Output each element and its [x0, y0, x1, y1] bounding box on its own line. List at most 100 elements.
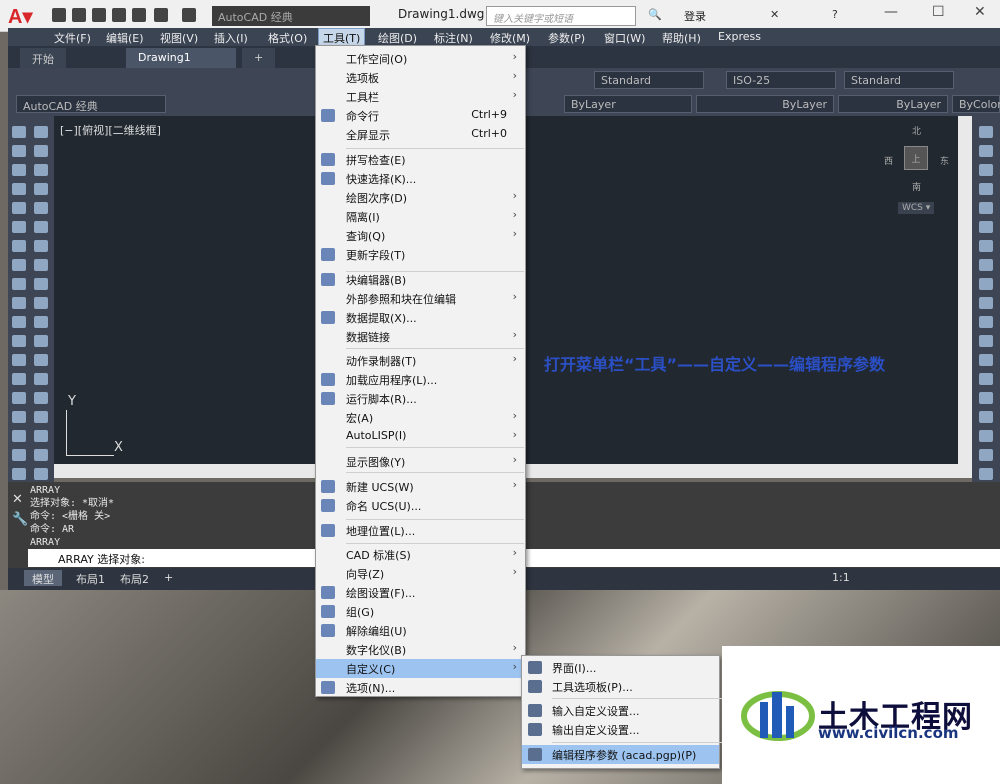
dim-style-select[interactable]: ISO-25 [726, 71, 836, 89]
modify-tool-icon[interactable] [34, 297, 48, 309]
menu-file[interactable]: 文件(F) [54, 30, 91, 46]
right-tool-icon[interactable] [979, 449, 993, 461]
draw-tool-icon[interactable] [12, 411, 26, 423]
tools-menu-item[interactable]: 工作空间(O) › [316, 49, 525, 68]
tools-menu-item[interactable]: 数据提取(X)... [316, 308, 525, 327]
binoculars-icon[interactable]: 🔍 [648, 8, 662, 21]
modify-tool-icon[interactable] [34, 411, 48, 423]
tools-menu-item[interactable]: CAD 标准(S) › [316, 545, 525, 564]
saveas-icon[interactable] [112, 8, 126, 22]
right-tool-icon[interactable] [979, 221, 993, 233]
vertical-scrollbar[interactable] [958, 116, 972, 464]
draw-tool-icon[interactable] [12, 183, 26, 195]
draw-tool-icon[interactable] [12, 240, 26, 252]
customize-submenu-item[interactable]: 界面(I)... [522, 658, 719, 677]
modify-tool-icon[interactable] [34, 354, 48, 366]
menu-help[interactable]: 帮助(H) [662, 30, 701, 46]
tools-menu-item[interactable]: AutoLISP(I) › [316, 427, 525, 446]
save-icon[interactable] [92, 8, 106, 22]
login-link[interactable]: 登录 [684, 8, 706, 24]
tab-drawing1[interactable]: Drawing1 [126, 48, 236, 68]
menu-parametric[interactable]: 参数(P) [548, 30, 585, 46]
tools-menu-item[interactable]: 组(G) [316, 602, 525, 621]
modify-tool-icon[interactable] [34, 240, 48, 252]
draw-tool-icon[interactable] [12, 221, 26, 233]
tools-menu-item[interactable]: 地理位置(L)... [316, 521, 525, 540]
modify-tool-icon[interactable] [34, 202, 48, 214]
menu-edit[interactable]: 编辑(E) [106, 30, 144, 46]
tools-menu-item[interactable]: 数据链接 › [316, 327, 525, 346]
tools-menu-item[interactable]: 宏(A) › [316, 408, 525, 427]
right-tool-icon[interactable] [979, 354, 993, 366]
right-tool-icon[interactable] [979, 164, 993, 176]
linetype-select[interactable]: ByLayer [696, 95, 834, 113]
table-style-select[interactable]: Standard [844, 71, 954, 89]
undo-icon[interactable] [154, 8, 168, 22]
right-tool-icon[interactable] [979, 240, 993, 252]
right-tool-icon[interactable] [979, 126, 993, 138]
viewport-label[interactable]: [−][俯视][二维线框] [60, 122, 161, 138]
modify-tool-icon[interactable] [34, 430, 48, 442]
exchange-icon[interactable]: ✕ [770, 8, 779, 21]
right-tool-icon[interactable] [979, 259, 993, 271]
menu-dimension[interactable]: 标注(N) [434, 30, 473, 46]
wrench-icon[interactable]: 🔧 [12, 512, 28, 527]
draw-tool-icon[interactable] [12, 202, 26, 214]
modify-tool-icon[interactable] [34, 316, 48, 328]
menu-window[interactable]: 窗口(W) [604, 30, 645, 46]
plotstyle-select[interactable]: ByColor [952, 95, 1000, 113]
tab-layout1[interactable]: 布局1 [68, 570, 113, 586]
tools-menu-item[interactable]: 运行脚本(R)... [316, 389, 525, 408]
tab-add[interactable]: + [242, 48, 276, 68]
workspace-select[interactable]: AutoCAD 经典 [212, 6, 370, 26]
modify-tool-icon[interactable] [34, 183, 48, 195]
tools-menu-item[interactable]: 块编辑器(B) [316, 270, 525, 289]
draw-tool-icon[interactable] [12, 126, 26, 138]
tab-model[interactable]: 模型 [24, 570, 62, 586]
tools-menu-item[interactable]: 数字化仪(B) › [316, 640, 525, 659]
tools-menu-item[interactable]: 新建 UCS(W) › [316, 477, 525, 496]
tab-add-layout[interactable]: + [156, 570, 181, 586]
right-tool-icon[interactable] [979, 297, 993, 309]
tools-menu-item[interactable]: 隔离(I) › [316, 207, 525, 226]
right-tool-icon[interactable] [979, 335, 993, 347]
tools-menu-item[interactable]: 向导(Z) › [316, 564, 525, 583]
tools-menu-item[interactable]: 快速选择(K)... [316, 169, 525, 188]
tools-menu-item[interactable]: 选项板 › [316, 68, 525, 87]
tools-menu-item[interactable]: 选项(N)... [316, 678, 525, 697]
modify-tool-icon[interactable] [34, 145, 48, 157]
modify-tool-icon[interactable] [34, 126, 48, 138]
tools-menu-item[interactable]: 解除编组(U) [316, 621, 525, 640]
menu-draw[interactable]: 绘图(D) [378, 30, 417, 46]
lineweight-select[interactable]: ByLayer [838, 95, 948, 113]
workspace-combo[interactable]: AutoCAD 经典 [16, 95, 166, 113]
tools-menu-item[interactable]: 拼写检查(E) [316, 150, 525, 169]
draw-tool-icon[interactable] [12, 430, 26, 442]
minimize-icon[interactable]: — [884, 4, 898, 20]
right-tool-icon[interactable] [979, 278, 993, 290]
right-tool-icon[interactable] [979, 202, 993, 214]
tab-layout2[interactable]: 布局2 [112, 570, 157, 586]
maximize-icon[interactable]: ☐ [932, 4, 945, 20]
right-tool-icon[interactable] [979, 145, 993, 157]
draw-tool-icon[interactable] [12, 373, 26, 385]
text-style-select[interactable]: Standard [594, 71, 704, 89]
modify-tool-icon[interactable] [34, 392, 48, 404]
right-tool-icon[interactable] [979, 392, 993, 404]
tools-menu-item[interactable]: 命名 UCS(U)... [316, 496, 525, 515]
right-tool-icon[interactable] [979, 430, 993, 442]
print-icon[interactable] [132, 8, 146, 22]
right-tool-icon[interactable] [979, 183, 993, 195]
wcs-menu[interactable]: WCS ▾ [898, 202, 935, 214]
menu-express[interactable]: Express [718, 30, 761, 43]
customize-submenu-item[interactable]: 输入自定义设置... [522, 701, 719, 720]
help-icon[interactable]: ? [832, 8, 838, 21]
customize-submenu-item[interactable]: 工具选项板(P)... [522, 677, 719, 696]
annotation-scale[interactable]: 1:1 [824, 570, 858, 586]
close-icon[interactable]: ✕ [974, 4, 986, 20]
tools-menu-item[interactable]: 外部参照和块在位编辑 › [316, 289, 525, 308]
modify-tool-icon[interactable] [34, 259, 48, 271]
customize-submenu-item[interactable]: 编辑程序参数 (acad.pgp)(P) [522, 745, 719, 764]
redo-icon[interactable] [182, 8, 196, 22]
color-select[interactable]: ByLayer [564, 95, 692, 113]
